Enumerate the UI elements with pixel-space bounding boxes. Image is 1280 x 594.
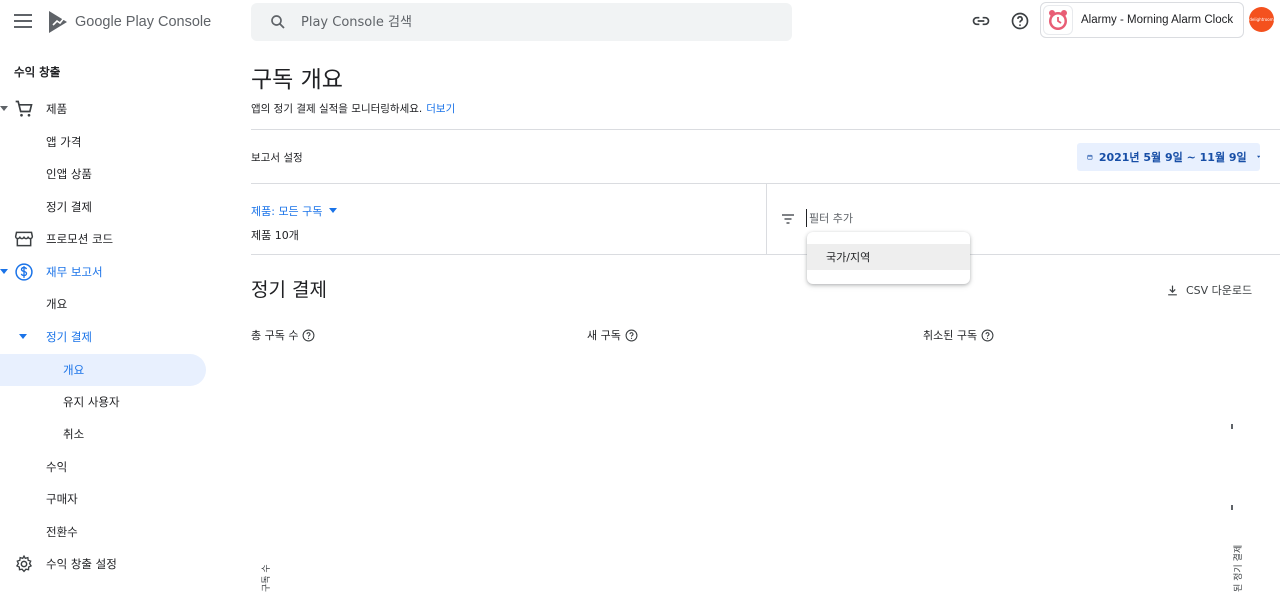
app-icon — [1043, 5, 1073, 35]
product-filter-label: 제품: 모든 구독 — [251, 205, 323, 218]
sidebar-item-label: 정기 결제 — [46, 200, 92, 214]
sidebar-item-label: 유지 사용자 — [63, 395, 120, 409]
description-text: 앱의 정기 결제 실적을 모니터링하세요. — [251, 103, 423, 115]
report-settings-label: 보고서 설정 — [251, 152, 303, 164]
metric-label: 취소된 구독 — [923, 329, 978, 342]
sidebar-item-monetization-settings[interactable]: 수익 창출 설정 — [0, 548, 206, 580]
filter-input[interactable] — [806, 209, 1006, 227]
vertical-divider — [766, 183, 767, 254]
sidebar-section-title: 수익 창출 — [14, 65, 61, 79]
sidebar-item-promo-codes[interactable]: 프로모션 코드 — [0, 223, 206, 255]
sidebar-item-label: 개요 — [46, 297, 68, 311]
play-console-logo[interactable]: Google Play Console — [47, 10, 211, 34]
sidebar-item-label: 정기 결제 — [46, 330, 92, 344]
sidebar-item-label: 제품 — [46, 102, 68, 116]
alarm-clock-icon — [1049, 10, 1067, 30]
download-icon — [1168, 285, 1177, 295]
learn-more-link[interactable]: 더보기 — [426, 103, 455, 115]
sidebar-item-label: 구매자 — [46, 492, 78, 506]
sidebar-item-subscriptions[interactable]: 정기 결제 — [0, 191, 206, 223]
caret-down-icon — [0, 269, 8, 274]
app-selector[interactable]: Alarmy - Morning Alarm Clock — [1040, 2, 1244, 38]
cart-icon — [15, 100, 33, 117]
divider — [251, 254, 1280, 255]
link-icon[interactable] — [971, 11, 991, 31]
metric-cancelled-subscriptions: 취소된 구독 — [923, 327, 994, 343]
date-range-button[interactable]: 2021년 5월 9일 ~ 11월 9일 — [1077, 143, 1260, 171]
logo-text: Google Play Console — [75, 14, 212, 30]
sidebar-item-label: 전환수 — [46, 525, 78, 539]
search-bar[interactable] — [251, 3, 792, 41]
sidebar-item-app-pricing[interactable]: 앱 가격 — [0, 126, 206, 158]
sidebar-item-subscriptions-overview[interactable]: 개요 — [0, 354, 206, 386]
sidebar-item-label: 개요 — [63, 363, 85, 377]
calendar-icon — [1087, 154, 1093, 160]
sidebar-item-label: 취소 — [63, 427, 85, 441]
product-count: 제품 10개 — [251, 229, 299, 242]
sidebar-item-buyers[interactable]: 구매자 — [0, 483, 206, 515]
metric-label: 총 구독 수 — [251, 329, 299, 342]
sidebar-item-overview[interactable]: 개요 — [0, 288, 206, 320]
sidebar-item-label: 프로모션 코드 — [46, 232, 114, 246]
help-icon[interactable] — [1010, 11, 1030, 31]
metric-label: 새 구독 — [587, 329, 621, 342]
rotated-axis-label: 구독 수 — [262, 564, 272, 592]
sidebar-item-label: 재무 보고서 — [46, 265, 103, 279]
filter-option-country[interactable]: 국가/지역 — [807, 244, 970, 270]
axis-tick — [1231, 505, 1233, 510]
menu-icon[interactable] — [14, 14, 32, 28]
product-filter-dropdown[interactable]: 제품: 모든 구독 — [251, 203, 338, 219]
metric-total-subscriptions: 총 구독 수 — [251, 327, 315, 343]
csv-download-button[interactable]: CSV 다운로드 — [1166, 282, 1252, 298]
avatar-text: delightroom — [1249, 17, 1274, 22]
caret-down-icon — [329, 208, 338, 213]
main-content: 구독 개요 앱의 정기 결제 실적을 모니터링하세요. 더보기 보고서 설정 20… — [251, 44, 1280, 594]
caret-down-icon — [1256, 155, 1260, 158]
sidebar-item-label: 수익 창출 설정 — [46, 557, 117, 571]
sidebar-item-label: 수익 — [46, 460, 68, 474]
search-input[interactable] — [301, 14, 761, 30]
divider — [251, 129, 1280, 130]
app-name: Alarmy - Morning Alarm Clock — [1081, 14, 1234, 26]
sidebar-item-retained-users[interactable]: 유지 사용자 — [0, 386, 206, 418]
section-title: 정기 결제 — [251, 279, 327, 301]
help-icon[interactable] — [302, 329, 315, 342]
page-description: 앱의 정기 결제 실적을 모니터링하세요. 더보기 — [251, 101, 455, 116]
axis-tick — [1231, 424, 1233, 429]
sidebar-item-revenue[interactable]: 수익 — [0, 451, 206, 483]
filter-dropdown-menu: 국가/지역 — [807, 232, 970, 284]
caret-down-icon — [0, 106, 8, 111]
help-icon[interactable] — [981, 329, 994, 342]
sidebar-item-in-app-products[interactable]: 인앱 상품 — [0, 158, 206, 190]
rotated-axis-label: 된 정기 결제 — [1234, 544, 1244, 592]
dollar-icon — [15, 263, 33, 281]
metric-new-subscriptions: 새 구독 — [587, 327, 638, 343]
sidebar-item-conversions[interactable]: 전환수 — [0, 516, 206, 548]
sidebar-item-cancellations[interactable]: 취소 — [0, 418, 206, 450]
play-console-logo-icon — [49, 11, 67, 33]
page-title: 구독 개요 — [251, 67, 343, 93]
date-range-text: 2021년 5월 9일 ~ 11월 9일 — [1098, 151, 1247, 164]
top-app-bar: Google Play Console Alarmy - Morning Ala… — [0, 0, 1280, 44]
help-icon[interactable] — [625, 329, 638, 342]
filter-icon — [782, 214, 794, 224]
account-avatar[interactable]: delightroom — [1249, 7, 1274, 32]
sidebar-item-label: 인앱 상품 — [46, 167, 92, 181]
store-icon — [14, 231, 34, 247]
gear-icon — [15, 554, 33, 573]
sidebar-item-financial-reports[interactable]: 재무 보고서 — [0, 256, 206, 288]
sidebar-item-label: 앱 가격 — [46, 135, 82, 149]
csv-download-label: CSV 다운로드 — [1186, 284, 1253, 297]
caret-down-icon — [19, 334, 27, 339]
sidebar-nav: 수익 창출 제품 앱 가격 인앱 상품 정기 결제 프로모션 코드 재무 보고서… — [0, 44, 210, 594]
sidebar-item-subscriptions-report[interactable]: 정기 결제 — [0, 321, 206, 353]
sidebar-item-products[interactable]: 제품 — [0, 93, 206, 125]
search-icon — [271, 15, 285, 29]
